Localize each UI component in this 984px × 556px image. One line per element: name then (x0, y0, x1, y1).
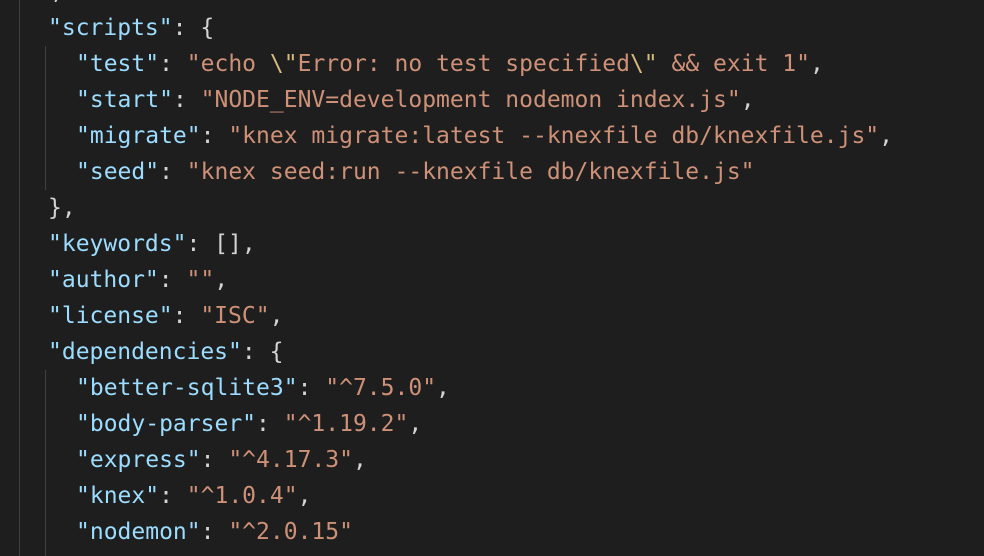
punctuation: : (200, 447, 229, 473)
json-key: "test" (76, 51, 160, 77)
code-editor[interactable]: , "scripts": {"test": "echo \"Error: no … (0, 0, 984, 556)
punctuation: : (159, 483, 187, 509)
code-line[interactable]: "keywords": [], (48, 226, 256, 262)
indent-guide-scripts (45, 46, 46, 190)
json-key: "scripts" (48, 15, 173, 41)
partial-top-line: , (50, 0, 64, 10)
punctuation: , (879, 123, 894, 149)
json-string: "" (186, 267, 215, 293)
json-string: Error: no test specified (297, 51, 630, 77)
punctuation: : (200, 123, 229, 149)
punctuation: , (809, 51, 824, 77)
json-string: "ISC" (200, 303, 270, 329)
escape-sequence: \" (269, 51, 298, 77)
code-line[interactable]: "scripts": { (48, 10, 214, 46)
code-line[interactable]: "migrate": "knex migrate:latest --knexfi… (76, 118, 893, 154)
json-key: "seed" (76, 159, 160, 185)
code-line[interactable]: "knex": "^1.0.4", (76, 478, 311, 514)
punctuation: : (172, 87, 201, 113)
json-key: "better-sqlite3" (76, 375, 298, 401)
json-string: "^1.0.4" (186, 483, 298, 509)
punctuation: , (352, 447, 367, 473)
punctuation: : (172, 303, 201, 329)
punctuation: : (297, 375, 326, 401)
json-key: "knex" (76, 483, 160, 509)
punctuation: : [], (186, 231, 256, 257)
code-line[interactable]: "test": "echo \"Error: no test specified… (76, 46, 824, 82)
code-line[interactable]: "dependencies": { (48, 334, 283, 370)
punctuation: }, (48, 195, 76, 221)
punctuation: : (256, 411, 284, 437)
code-line[interactable]: "license": "ISC", (48, 298, 283, 334)
json-string: "knex migrate:latest --knexfile db/knexf… (228, 123, 880, 149)
code-line[interactable]: }, (48, 190, 76, 226)
json-string: && exit 1" (657, 51, 810, 77)
punctuation: : { (241, 339, 284, 365)
punctuation: , (408, 411, 423, 437)
json-key: "dependencies" (48, 339, 242, 365)
json-string: "^4.17.3" (228, 447, 353, 473)
json-key: "license" (48, 303, 173, 329)
punctuation: , (740, 87, 755, 113)
escape-sequence: \" (629, 51, 658, 77)
code-line[interactable]: "better-sqlite3": "^7.5.0", (76, 370, 450, 406)
code-line[interactable]: "author": "", (48, 262, 228, 298)
json-string: "^2.0.15" (228, 519, 353, 545)
json-key: "author" (48, 267, 159, 293)
json-key: "keywords" (48, 231, 187, 257)
json-key: "migrate" (76, 123, 201, 149)
punctuation: , (214, 267, 229, 293)
punctuation: , (269, 303, 284, 329)
code-line[interactable]: "seed": "knex seed:run --knexfile db/kne… (76, 154, 755, 190)
punctuation: , (50, 0, 64, 5)
code-line[interactable]: "nodemon": "^2.0.15" (76, 514, 353, 550)
punctuation: : { (172, 15, 215, 41)
json-key: "body-parser" (76, 411, 257, 437)
json-string: "^1.19.2" (283, 411, 409, 437)
punctuation: , (297, 483, 312, 509)
json-key: "nodemon" (76, 519, 201, 545)
json-string: "^7.5.0" (325, 375, 437, 401)
punctuation: : (159, 51, 187, 77)
indent-guide-outer (19, 0, 20, 556)
punctuation: : (200, 519, 229, 545)
code-line[interactable]: "body-parser": "^1.19.2", (76, 406, 422, 442)
json-string: "knex seed:run --knexfile db/knexfile.js… (186, 159, 755, 185)
json-string: "echo (186, 51, 270, 77)
code-line[interactable]: "start": "NODE_ENV=development nodemon i… (76, 82, 755, 118)
json-key: "start" (76, 87, 173, 113)
punctuation: : (158, 267, 187, 293)
punctuation: : (159, 159, 187, 185)
code-line[interactable]: "express": "^4.17.3", (76, 442, 367, 478)
punctuation: , (436, 375, 450, 401)
indent-guide-dependencies (45, 370, 46, 556)
json-string: "NODE_ENV=development nodemon index.js" (200, 87, 741, 113)
json-key: "express" (76, 447, 201, 473)
